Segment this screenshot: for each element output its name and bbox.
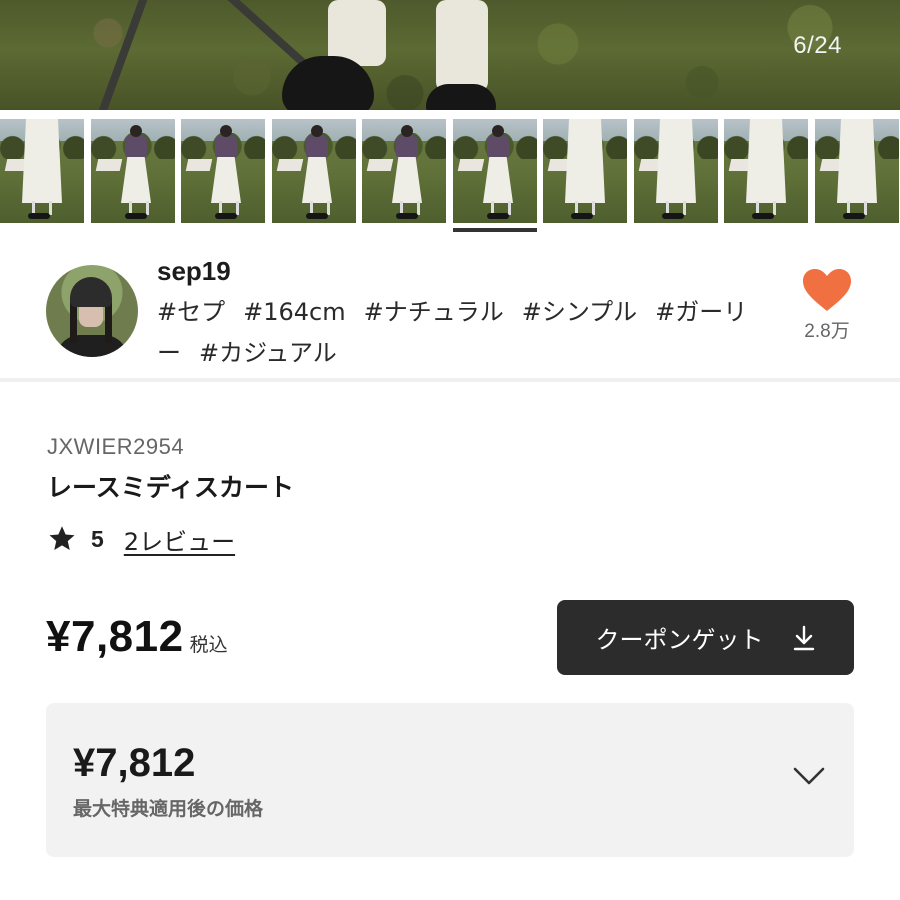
tax-label: 税込 (189, 634, 228, 656)
avatar[interactable] (46, 265, 138, 357)
thumbnail-top (306, 135, 328, 157)
thumbnail-top (487, 135, 509, 157)
thumbnail-skirt (483, 155, 513, 203)
best-price-panel[interactable]: ¥7,812 最大特典適用後の価格 (46, 703, 854, 857)
thumbnail-top (125, 135, 147, 157)
thumbnail-strip[interactable] (0, 119, 900, 231)
get-coupon-button[interactable]: クーポンゲット (557, 600, 854, 675)
thumbnail-top (396, 135, 418, 157)
thumbnail-skirt (392, 155, 422, 203)
thumbnail[interactable] (91, 119, 175, 223)
thumbnail-skirt (211, 155, 241, 203)
like-button[interactable]: 2.8万 (794, 268, 860, 343)
reviews-link[interactable]: 2レビュー (124, 522, 235, 557)
thumbnail-skirt (22, 119, 62, 203)
hashtag[interactable]: #シンプル (522, 298, 637, 326)
sock (436, 0, 488, 92)
username[interactable]: sep19 (157, 256, 231, 287)
hero-image[interactable]: 6/24 (0, 0, 900, 110)
shoe (426, 84, 496, 110)
thumbnail-feet (125, 213, 147, 219)
thumbnail-skirt (746, 119, 786, 203)
thumbnail-top (215, 135, 237, 157)
thumbnail[interactable] (724, 119, 808, 223)
thumbnail[interactable] (453, 119, 537, 223)
thumbnail-feet (396, 213, 418, 219)
thumbnail-head (311, 125, 323, 137)
product-rating: 5 2レビュー (47, 522, 235, 556)
thumbnail-skirt (656, 119, 696, 203)
avatar-hat (70, 277, 112, 307)
thumbnail-table (95, 159, 123, 171)
thumbnail[interactable] (634, 119, 718, 223)
thumbnail-feet (306, 213, 328, 219)
thumbnail-feet (843, 213, 865, 219)
price: ¥7,812 税込 (46, 612, 228, 662)
section-divider (0, 378, 900, 382)
thumbnail-feet (662, 213, 684, 219)
thumbnail-skirt (302, 155, 332, 203)
best-price-label: 最大特典適用後の価格 (73, 798, 264, 820)
thumbnail-skirt (121, 155, 151, 203)
like-count: 2.8万 (804, 321, 850, 342)
image-counter: 6/24 (793, 32, 842, 59)
product-sku: JXWIER2954 (47, 434, 185, 459)
thumbnail[interactable] (0, 119, 84, 223)
thumbnail-head (130, 125, 142, 137)
chevron-down-icon (793, 767, 825, 785)
thumbnail[interactable] (815, 119, 899, 223)
thumbnail-table (366, 159, 394, 171)
selected-thumbnail-indicator (453, 228, 537, 232)
thumbnail-feet (487, 213, 509, 219)
thumbnail-feet (571, 213, 593, 219)
author-row: sep19 #セプ #164cm #ナチュラル #シンプル #ガーリー #カジュアル 2.… (0, 240, 900, 380)
best-price-amount: ¥7,812 (73, 741, 196, 785)
star-icon (49, 526, 75, 550)
hashtag[interactable]: #カジュアル (199, 339, 337, 367)
product-title: レースミディスカート (47, 473, 295, 502)
thumbnail-table (185, 159, 213, 171)
price-amount: ¥7,812 (46, 612, 184, 661)
download-icon (793, 625, 814, 650)
thumbnail[interactable] (272, 119, 356, 223)
thumbnail[interactable] (543, 119, 627, 223)
heart-icon (803, 269, 851, 311)
hashtag[interactable]: #164cm (243, 298, 346, 326)
coupon-button-label: クーポンゲット (595, 626, 764, 654)
thumbnail-feet (752, 213, 774, 219)
thumbnail-head (492, 125, 504, 137)
thumbnail-head (401, 125, 413, 137)
thumbnail[interactable] (362, 119, 446, 223)
hashtag-list: #セプ #164cm #ナチュラル #シンプル #ガーリー #カジュアル (157, 292, 777, 374)
thumbnail-table (457, 159, 485, 171)
thumbnail[interactable] (181, 119, 265, 223)
thumbnail-table (276, 159, 304, 171)
rating-score: 5 (91, 525, 104, 552)
thumbnail-feet (215, 213, 237, 219)
thumbnail-feet (28, 213, 50, 219)
thumbnail-head (220, 125, 232, 137)
hashtag[interactable]: #ナチュラル (364, 298, 504, 326)
thumbnail-skirt (565, 119, 605, 203)
thumbnail-skirt (837, 119, 877, 203)
hashtag[interactable]: #セプ (157, 298, 225, 326)
